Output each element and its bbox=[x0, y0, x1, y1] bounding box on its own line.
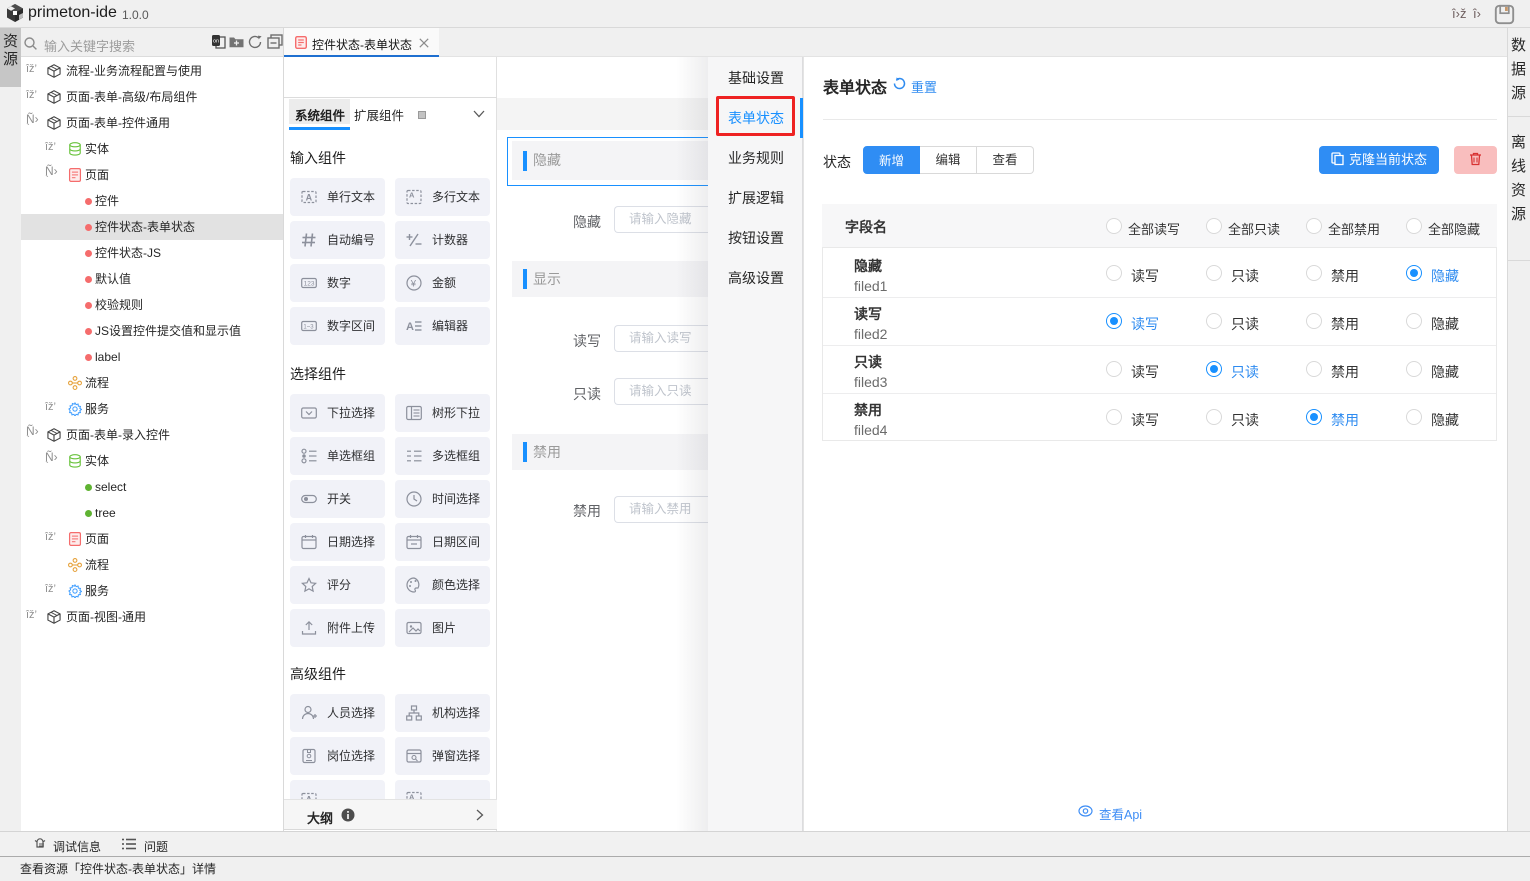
svg-text:on: on bbox=[213, 39, 219, 45]
svg-text:1~3: 1~3 bbox=[303, 324, 314, 330]
svg-text:¥: ¥ bbox=[410, 279, 417, 290]
svg-text:123: 123 bbox=[304, 281, 315, 288]
svg-text:A: A bbox=[306, 193, 313, 203]
svg-text:A: A bbox=[406, 321, 414, 333]
svg-text:A: A bbox=[409, 191, 415, 200]
